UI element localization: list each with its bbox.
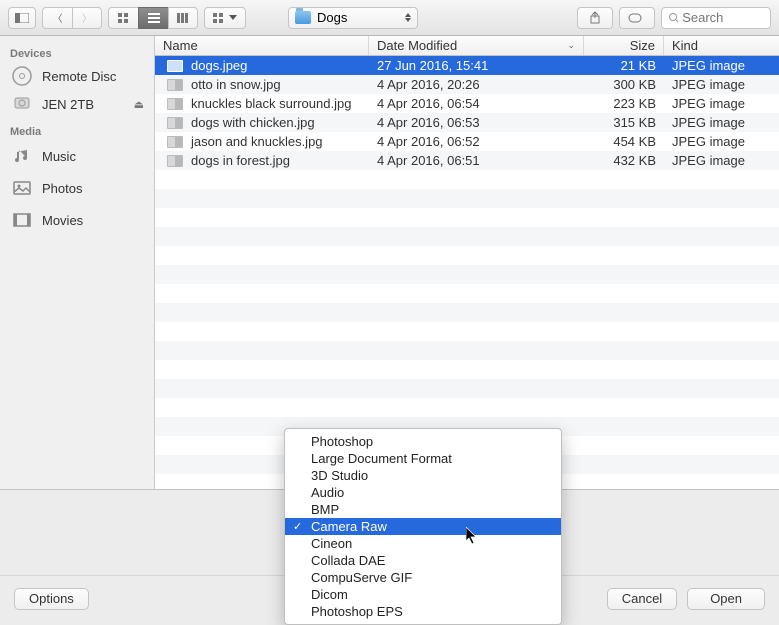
back-button[interactable]: 〈 <box>42 7 72 29</box>
format-option[interactable]: 3D Studio <box>285 467 561 484</box>
view-mode-group <box>108 7 198 29</box>
sidebar-remote-disc[interactable]: Remote Disc <box>0 62 154 90</box>
format-option[interactable]: Large Document Format <box>285 450 561 467</box>
file-thumb-icon <box>167 79 183 91</box>
file-kind: JPEG image <box>664 153 779 168</box>
format-option[interactable]: Cineon <box>285 535 561 552</box>
file-kind: JPEG image <box>664 134 779 149</box>
nav-group: 〈 〉 <box>42 7 102 29</box>
file-kind: JPEG image <box>664 115 779 130</box>
eject-icon[interactable]: ⏏ <box>134 98 144 111</box>
media-icon <box>10 208 34 232</box>
format-option[interactable]: Collada DAE <box>285 552 561 569</box>
file-row[interactable]: dogs in forest.jpg 4 Apr 2016, 06:51432 K… <box>155 151 779 170</box>
tags-button[interactable] <box>619 7 655 29</box>
sidebar-music[interactable]: Music <box>0 140 154 172</box>
updown-icon <box>405 13 411 22</box>
sidebar-section-media: Media <box>0 118 154 140</box>
file-date: 4 Apr 2016, 06:51 <box>369 153 584 168</box>
format-option[interactable]: Photoshop EPS <box>285 603 561 620</box>
media-icon <box>10 144 34 168</box>
toolbar: 〈 〉 Dogs <box>0 0 779 36</box>
file-row[interactable]: dogs.jpeg 27 Jun 2016, 15:4121 KBJPEG ima… <box>155 56 779 75</box>
folder-icon <box>295 11 311 24</box>
file-thumb-icon <box>167 98 183 110</box>
column-view-button[interactable] <box>168 7 198 29</box>
file-name: dogs in forest.jpg <box>191 153 290 168</box>
file-name: knuckles black surround.jpg <box>191 96 351 111</box>
col-kind[interactable]: Kind <box>664 36 779 55</box>
device-icon <box>10 64 34 88</box>
folder-label: Dogs <box>317 10 347 25</box>
file-size: 315 KB <box>584 115 664 130</box>
file-kind: JPEG image <box>664 96 779 111</box>
open-button[interactable]: Open <box>687 588 765 610</box>
format-option[interactable]: BMP <box>285 501 561 518</box>
file-thumb-icon <box>167 155 183 167</box>
file-row[interactable]: dogs with chicken.jpg 4 Apr 2016, 06:5331… <box>155 113 779 132</box>
file-name: dogs.jpeg <box>191 58 247 73</box>
media-icon <box>10 176 34 200</box>
search-input[interactable] <box>682 10 764 25</box>
list-view-button[interactable] <box>138 7 168 29</box>
file-row[interactable]: knuckles black surround.jpg 4 Apr 2016, 0… <box>155 94 779 113</box>
group-by-button[interactable] <box>204 7 246 29</box>
format-option[interactable]: Audio <box>285 484 561 501</box>
file-pane: Name Date Modified⌄ Size Kind dogs.jpeg 2… <box>155 36 779 489</box>
file-kind: JPEG image <box>664 58 779 73</box>
file-size: 223 KB <box>584 96 664 111</box>
share-button[interactable] <box>577 7 613 29</box>
col-date[interactable]: Date Modified⌄ <box>369 36 584 55</box>
file-thumb-icon <box>167 117 183 129</box>
file-row[interactable]: otto in snow.jpg 4 Apr 2016, 20:26300 KBJ… <box>155 75 779 94</box>
file-date: 27 Jun 2016, 15:41 <box>369 58 584 73</box>
device-icon <box>10 92 34 116</box>
column-headers: Name Date Modified⌄ Size Kind <box>155 36 779 56</box>
sidebar-movies[interactable]: Movies <box>0 204 154 236</box>
cancel-button[interactable]: Cancel <box>607 588 677 610</box>
file-name: otto in snow.jpg <box>191 77 281 92</box>
folder-selector[interactable]: Dogs <box>288 7 418 29</box>
sidebar-photos[interactable]: Photos <box>0 172 154 204</box>
file-thumb-icon <box>167 60 183 72</box>
sidebar-toggle-button[interactable] <box>8 7 36 29</box>
col-name[interactable]: Name <box>155 36 369 55</box>
file-date: 4 Apr 2016, 06:52 <box>369 134 584 149</box>
file-date: 4 Apr 2016, 06:54 <box>369 96 584 111</box>
file-size: 454 KB <box>584 134 664 149</box>
file-thumb-icon <box>167 136 183 148</box>
options-button[interactable]: Options <box>14 588 89 610</box>
file-row[interactable]: jason and knuckles.jpg 4 Apr 2016, 06:524… <box>155 132 779 151</box>
group-by-button-group <box>204 7 246 29</box>
file-name: jason and knuckles.jpg <box>191 134 323 149</box>
main-area: Devices Remote DiscJEN 2TB⏏ Media MusicP… <box>0 36 779 489</box>
search-field[interactable] <box>661 7 771 29</box>
file-size: 432 KB <box>584 153 664 168</box>
file-kind: JPEG image <box>664 77 779 92</box>
sidebar-jen-2tb[interactable]: JEN 2TB⏏ <box>0 90 154 118</box>
forward-button[interactable]: 〉 <box>72 7 102 29</box>
file-size: 300 KB <box>584 77 664 92</box>
file-name: dogs with chicken.jpg <box>191 115 315 130</box>
format-option[interactable]: Photoshop <box>285 433 561 450</box>
file-date: 4 Apr 2016, 06:53 <box>369 115 584 130</box>
file-list[interactable]: dogs.jpeg27 Jun 2016, 15:4121 KBJPEG ima… <box>155 56 779 489</box>
format-option[interactable]: CompuServe GIF <box>285 569 561 586</box>
col-size[interactable]: Size <box>584 36 664 55</box>
format-option[interactable]: Dicom <box>285 586 561 603</box>
search-icon <box>668 12 678 24</box>
icon-view-button[interactable] <box>108 7 138 29</box>
format-dropdown-menu[interactable]: PhotoshopLarge Document Format3D StudioA… <box>284 428 562 625</box>
sidebar: Devices Remote DiscJEN 2TB⏏ Media MusicP… <box>0 36 155 489</box>
sidebar-section-devices: Devices <box>0 40 154 62</box>
file-size: 21 KB <box>584 58 664 73</box>
file-date: 4 Apr 2016, 20:26 <box>369 77 584 92</box>
format-option[interactable]: Camera Raw <box>285 518 561 535</box>
